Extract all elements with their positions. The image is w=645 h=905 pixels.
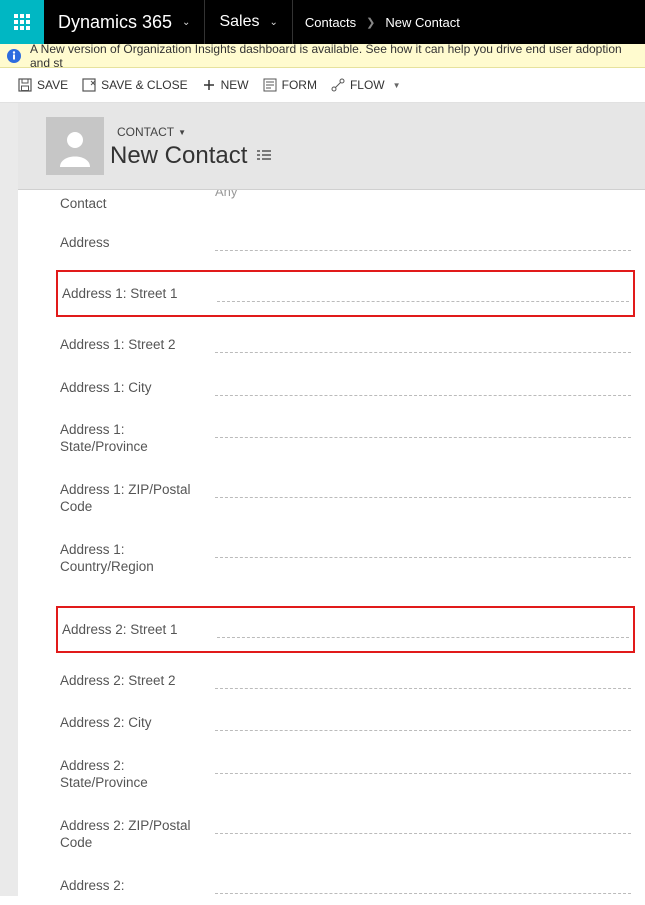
breadcrumb: Contacts ❯ New Contact: [293, 0, 472, 44]
record-header: CONTACT ▼ New Contact: [18, 103, 645, 190]
field-input[interactable]: [215, 756, 631, 774]
plus-icon: [202, 78, 216, 92]
field-input[interactable]: [215, 671, 631, 689]
form-button[interactable]: FORM: [263, 78, 317, 92]
info-icon: [6, 48, 22, 64]
field-row: Address 1: Street 1: [56, 270, 635, 317]
field-input[interactable]: [215, 540, 631, 558]
chevron-down-icon: ▼: [178, 128, 186, 137]
list-icon[interactable]: [257, 149, 271, 164]
field-row: Address 1: City: [56, 366, 635, 409]
save-close-icon: [82, 78, 96, 92]
field-label: Contact: [60, 194, 215, 213]
field-input[interactable]: [215, 335, 631, 353]
form-label: FORM: [282, 78, 317, 92]
field-input[interactable]: [215, 816, 631, 834]
left-rail: [0, 103, 18, 896]
field-row: Address 1: ZIP/Postal Code: [56, 468, 635, 528]
app-launcher-icon[interactable]: [0, 0, 44, 44]
field-label: Address 2: Street 1: [62, 620, 217, 639]
command-bar: SAVE SAVE & CLOSE NEW FORM FLOW ▼: [0, 68, 645, 103]
form-body: Contact Any Address Address 1: Street 1 Ad…: [18, 190, 645, 896]
brand-label: Dynamics 365: [58, 12, 172, 33]
field-label: Address 2: Country/Region: [60, 876, 215, 896]
flow-label: FLOW: [350, 78, 385, 92]
breadcrumb-item[interactable]: Contacts: [305, 15, 356, 30]
field-row: Address 2: Street 2: [56, 659, 635, 702]
chevron-right-icon: ❯: [366, 16, 375, 29]
field-input[interactable]: [217, 620, 629, 638]
field-input[interactable]: [215, 876, 631, 894]
notification-bar[interactable]: A New version of Organization Insights d…: [0, 44, 645, 68]
flow-button[interactable]: FLOW ▼: [331, 78, 401, 92]
save-close-label: SAVE & CLOSE: [101, 78, 187, 92]
form-icon: [263, 78, 277, 92]
save-close-button[interactable]: SAVE & CLOSE: [82, 78, 187, 92]
field-input[interactable]: [215, 480, 631, 498]
field-row: Address 2: Country/Region: [56, 864, 635, 896]
field-label: Address 1: Street 1: [62, 284, 217, 303]
field-label: Address 2: City: [60, 713, 215, 732]
save-label: SAVE: [37, 78, 68, 92]
new-label: NEW: [221, 78, 249, 92]
field-row: Address: [56, 221, 635, 264]
nav-brand[interactable]: Dynamics 365 ⌄: [44, 0, 205, 44]
top-navigation: Dynamics 365 ⌄ Sales ⌄ Contacts ❯ New Co…: [0, 0, 645, 44]
area-label: Sales: [219, 13, 259, 31]
field-value-partial: Any: [215, 190, 237, 199]
field-label: Address 1: State/Province: [60, 420, 215, 456]
field-row: Address 1: Country/Region: [56, 528, 635, 588]
field-row: Contact Any: [56, 190, 635, 221]
field-row: Address 2: State/Province: [56, 744, 635, 804]
field-label: Address 2: Street 2: [60, 671, 215, 690]
field-input[interactable]: [215, 378, 631, 396]
field-label: Address 1: ZIP/Postal Code: [60, 480, 215, 516]
content-area: CONTACT ▼ New Contact Contact Any Addres…: [18, 103, 645, 896]
chevron-down-icon: ▼: [393, 81, 401, 90]
field-label: Address 1: City: [60, 378, 215, 397]
record-title: New Contact: [110, 142, 247, 170]
field-input[interactable]: [215, 420, 631, 438]
field-row: Address 1: State/Province: [56, 408, 635, 468]
notification-text: A New version of Organization Insights d…: [30, 42, 639, 70]
save-button[interactable]: SAVE: [18, 78, 68, 92]
person-icon: [54, 125, 96, 167]
field-input[interactable]: [217, 284, 629, 302]
field-row: Address 2: City: [56, 701, 635, 744]
breadcrumb-item[interactable]: New Contact: [385, 15, 459, 30]
field-label: Address 1: Street 2: [60, 335, 215, 354]
avatar[interactable]: [46, 117, 104, 175]
entity-label: CONTACT: [117, 125, 174, 139]
field-label: Address 2: State/Province: [60, 756, 215, 792]
field-label: Address 1: Country/Region: [60, 540, 215, 576]
entity-selector[interactable]: CONTACT ▼: [110, 122, 193, 142]
flow-icon: [331, 78, 345, 92]
field-row: Address 2: Street 1: [56, 606, 635, 653]
field-input[interactable]: [215, 713, 631, 731]
main-area: CONTACT ▼ New Contact Contact Any Addres…: [0, 103, 645, 896]
field-row: Address 1: Street 2: [56, 323, 635, 366]
field-row: Address 2: ZIP/Postal Code: [56, 804, 635, 864]
field-input[interactable]: [215, 233, 631, 251]
field-label: Address: [60, 233, 215, 252]
chevron-down-icon: ⌄: [182, 17, 190, 28]
field-label: Address 2: ZIP/Postal Code: [60, 816, 215, 852]
save-icon: [18, 78, 32, 92]
chevron-down-icon: ⌄: [269, 17, 277, 28]
new-button[interactable]: NEW: [202, 78, 249, 92]
nav-area[interactable]: Sales ⌄: [205, 0, 292, 44]
